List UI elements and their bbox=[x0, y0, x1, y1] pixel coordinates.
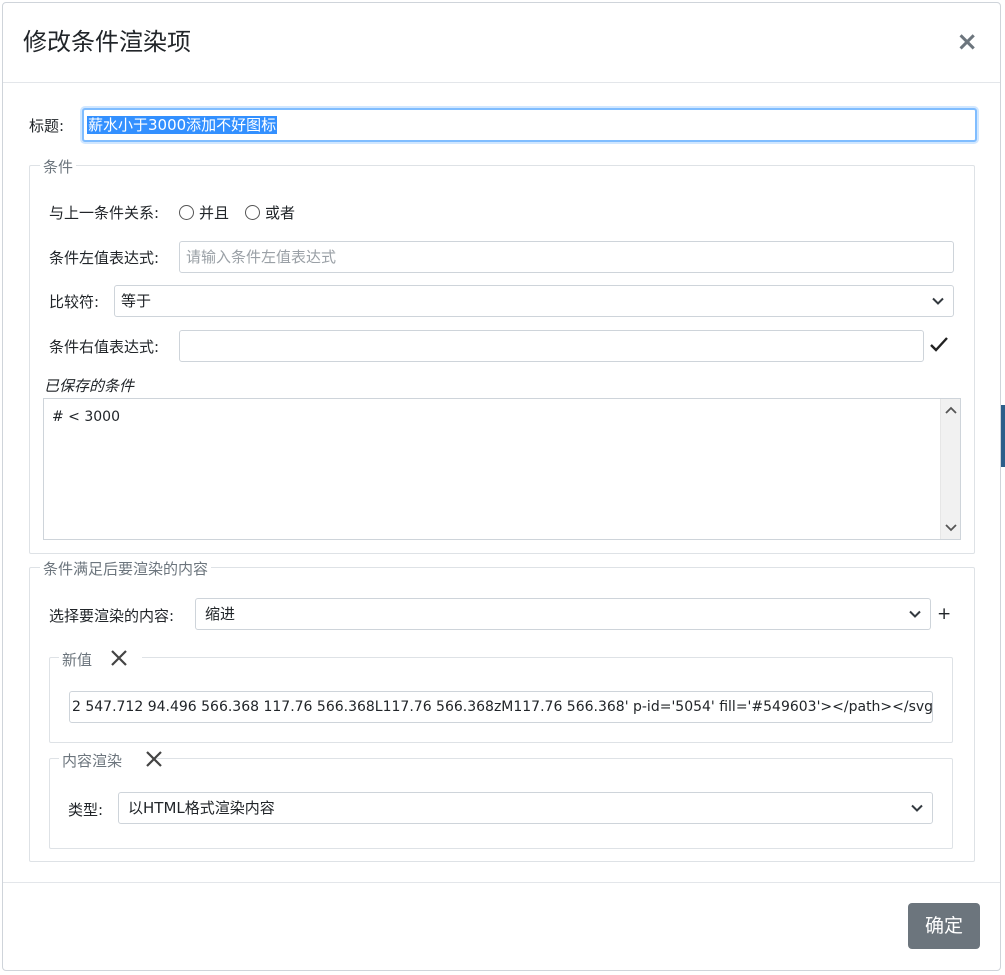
saved-conditions-text: # < 3000 bbox=[52, 409, 120, 425]
choose-content-select[interactable]: 缩进 bbox=[195, 598, 931, 630]
relation-or-label[interactable]: 或者 bbox=[265, 203, 295, 223]
content-render-legend: 内容渲染 bbox=[59, 751, 153, 771]
new-value-legend: 新值 bbox=[59, 650, 143, 670]
comparator-select[interactable]: 等于 bbox=[114, 285, 954, 317]
title-label: 标题: bbox=[29, 117, 65, 135]
saved-conditions-textarea[interactable]: # < 3000 bbox=[43, 398, 961, 540]
title-input-value: 薪水小于3000添加不好图标 bbox=[87, 116, 278, 134]
relation-and-radio[interactable] bbox=[179, 205, 194, 220]
ok-button[interactable]: 确定 bbox=[908, 903, 980, 949]
new-value-text: 2 547.712 94.496 566.368 117.76 566.368L… bbox=[72, 699, 933, 715]
relation-label: 与上一条件关系: bbox=[49, 204, 160, 222]
render-type-value: 以HTML格式渲染内容 bbox=[128, 799, 275, 817]
remove-content-render-icon[interactable] bbox=[145, 750, 163, 768]
right-expr-label: 条件右值表达式: bbox=[49, 338, 160, 356]
condition-legend: 条件 bbox=[40, 157, 77, 177]
right-expr-input[interactable] bbox=[179, 330, 924, 362]
saved-conditions-label: 已保存的条件 bbox=[44, 377, 135, 395]
remove-new-value-icon[interactable] bbox=[110, 649, 128, 667]
comparator-value: 等于 bbox=[121, 292, 152, 310]
add-content-button[interactable]: + bbox=[937, 604, 951, 624]
edit-condition-render-dialog: 修改条件渲染项 × 标题: 薪水小于3000添加不好图标 条件 与上一条件关系:… bbox=[2, 2, 1001, 971]
textarea-scrollbar[interactable] bbox=[940, 399, 960, 539]
modal-header: 修改条件渲染项 × bbox=[3, 3, 1000, 83]
modal-footer: 确定 bbox=[3, 882, 1000, 970]
relation-and-label[interactable]: 并且 bbox=[199, 203, 229, 223]
left-expr-placeholder: 请输入条件左值表达式 bbox=[186, 248, 337, 266]
type-label: 类型: bbox=[68, 801, 104, 819]
scroll-down-icon[interactable] bbox=[945, 523, 957, 533]
modal-title: 修改条件渲染项 bbox=[23, 28, 191, 56]
close-button[interactable]: × bbox=[956, 29, 978, 55]
background-edge bbox=[1001, 405, 1005, 467]
render-content-legend: 条件满足后要渲染的内容 bbox=[40, 559, 212, 579]
choose-content-value: 缩进 bbox=[205, 605, 236, 623]
relation-or-radio[interactable] bbox=[245, 205, 260, 220]
new-value-input[interactable]: 2 547.712 94.496 566.368 117.76 566.368L… bbox=[69, 691, 933, 723]
left-expr-input[interactable]: 请输入条件左值表达式 bbox=[179, 241, 954, 273]
chevron-down-icon bbox=[932, 297, 944, 305]
render-type-select[interactable]: 以HTML格式渲染内容 bbox=[118, 792, 933, 824]
scroll-up-icon[interactable] bbox=[945, 405, 957, 415]
comparator-label: 比较符: bbox=[49, 293, 100, 311]
title-input[interactable]: 薪水小于3000添加不好图标 bbox=[82, 108, 977, 142]
checkmark-icon[interactable] bbox=[929, 335, 949, 353]
choose-content-label: 选择要渲染的内容: bbox=[49, 607, 175, 625]
chevron-down-icon bbox=[909, 610, 921, 618]
chevron-down-icon bbox=[911, 804, 923, 812]
left-expr-label: 条件左值表达式: bbox=[49, 249, 160, 267]
